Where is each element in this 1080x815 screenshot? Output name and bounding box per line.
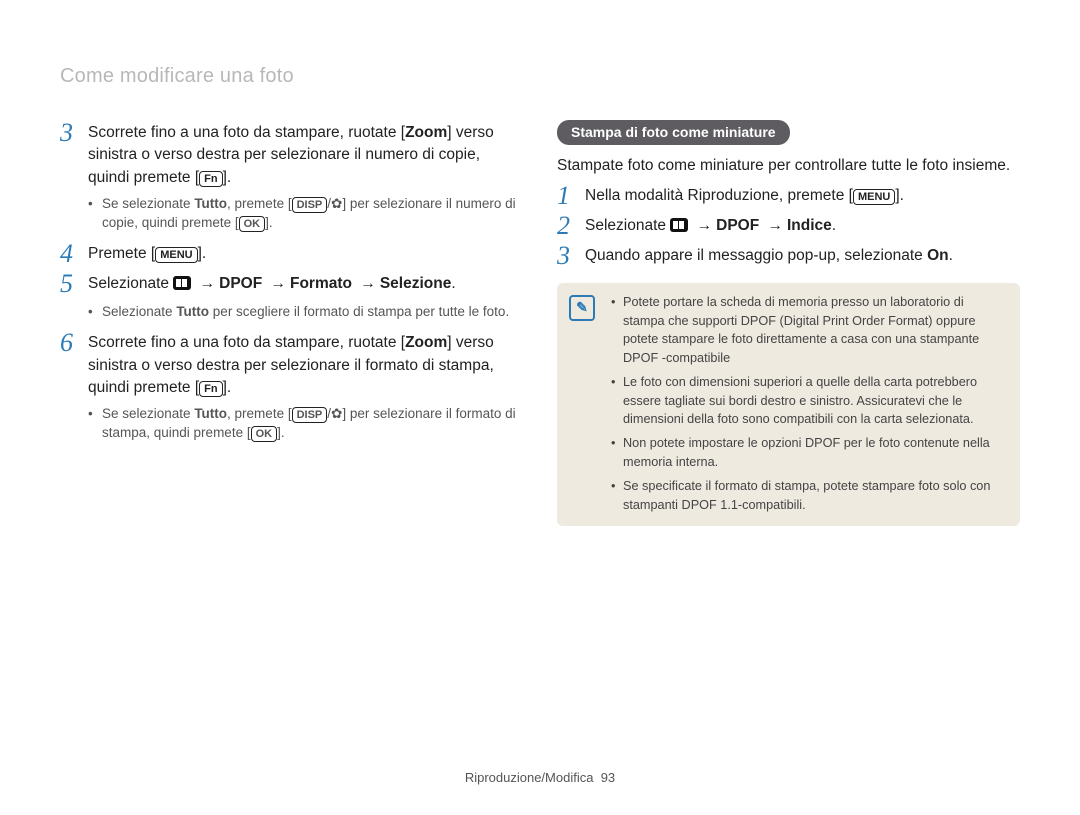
ok-button-icon: OK	[239, 216, 266, 232]
text: Selezionate	[88, 275, 173, 292]
arrow-icon: →	[764, 217, 788, 234]
step-body: Nella modalità Riproduzione, premete [ME…	[585, 185, 1020, 209]
columns: 3 Scorrete fino a una foto da stampare, …	[60, 120, 1020, 526]
step-body: Scorrete fino a una foto da stampare, ru…	[88, 122, 523, 189]
text: Se selezionate	[102, 196, 194, 211]
path-segment: DPOF	[716, 217, 759, 234]
text: Selezionate	[102, 304, 176, 319]
note-list: Potete portare la scheda di memoria pres…	[567, 293, 1008, 513]
note-item: Le foto con dimensioni superiori a quell…	[611, 373, 1002, 428]
step-5: 5 Selezionate →DPOF →Formato →Selezione.	[60, 273, 523, 297]
text: Scorrete fino a una foto da stampare, ru…	[88, 124, 405, 141]
step-number: 2	[557, 213, 581, 239]
dot: .	[451, 275, 455, 292]
step-3: 3 Scorrete fino a una foto da stampare, …	[60, 122, 523, 189]
footer: Riproduzione/Modifica 93	[0, 770, 1080, 785]
footer-section: Riproduzione/Modifica	[465, 770, 594, 785]
settings-icon	[173, 276, 191, 290]
page-number: 93	[601, 770, 615, 785]
step-body: Selezionate →DPOF →Indice.	[585, 215, 1020, 239]
flower-icon: ✿	[331, 196, 342, 211]
intro-text: Stampate foto come miniature per control…	[557, 155, 1020, 177]
right-column: Stampa di foto come miniature Stampate f…	[557, 120, 1020, 526]
path-segment: Formato	[290, 275, 352, 292]
disp-button-icon: DISP	[292, 197, 328, 213]
step-3-sublist: Se selezionate Tutto, premete [DISP/✿] p…	[88, 195, 523, 233]
text: Quando appare il messaggio pop-up, selez…	[585, 247, 927, 264]
step-6: 6 Scorrete fino a una foto da stampare, …	[60, 332, 523, 399]
zoom-label: Zoom	[405, 334, 447, 351]
text-bold: Tutto	[194, 406, 227, 421]
arrow-icon: →	[693, 217, 717, 234]
disp-button-icon: DISP	[292, 407, 328, 423]
arrow-icon: →	[196, 275, 220, 292]
step-3r: 3 Quando appare il messaggio pop-up, sel…	[557, 245, 1020, 269]
text: Selezionate	[585, 217, 670, 234]
arrow-icon: →	[356, 275, 380, 292]
step-number: 5	[60, 271, 84, 297]
settings-icon	[670, 218, 688, 232]
path-segment: DPOF	[219, 275, 262, 292]
text: Premete [	[88, 245, 155, 262]
text: , premete [	[227, 406, 292, 421]
text: Se selezionate	[102, 406, 194, 421]
note-icon: ✎	[569, 295, 595, 321]
step-number: 4	[60, 241, 84, 267]
ok-button-icon: OK	[251, 426, 278, 442]
text: Nella modalità Riproduzione, premete [	[585, 187, 853, 204]
step-number: 3	[557, 243, 581, 269]
menu-button-icon: MENU	[155, 247, 197, 263]
page-title: Come modificare una foto	[60, 65, 1020, 88]
text-bold: Tutto	[194, 196, 227, 211]
zoom-label: Zoom	[405, 124, 447, 141]
step-6-sublist: Se selezionate Tutto, premete [DISP/✿] p…	[88, 405, 523, 443]
fn-button-icon: Fn	[199, 171, 222, 187]
text: ].	[265, 215, 273, 230]
text: ].	[223, 169, 232, 186]
text: per scegliere il formato di stampa per t…	[209, 304, 509, 319]
dot: .	[832, 217, 836, 234]
text: ].	[198, 245, 207, 262]
note-box: ✎ Potete portare la scheda di memoria pr…	[557, 283, 1020, 525]
step-body: Selezionate →DPOF →Formato →Selezione.	[88, 273, 523, 297]
section-pill: Stampa di foto come miniature	[557, 120, 790, 145]
step-body: Scorrete fino a una foto da stampare, ru…	[88, 332, 523, 399]
step-4: 4 Premete [MENU].	[60, 243, 523, 267]
sublist-item: Se selezionate Tutto, premete [DISP/✿] p…	[88, 195, 523, 233]
arrow-icon: →	[267, 275, 291, 292]
step-1: 1 Nella modalità Riproduzione, premete […	[557, 185, 1020, 209]
flower-icon: ✿	[331, 406, 342, 421]
text: Scorrete fino a una foto da stampare, ru…	[88, 334, 405, 351]
text-bold: Tutto	[176, 304, 209, 319]
step-2: 2 Selezionate →DPOF →Indice.	[557, 215, 1020, 239]
note-item: Se specificate il formato di stampa, pot…	[611, 477, 1002, 514]
left-column: 3 Scorrete fino a una foto da stampare, …	[60, 120, 523, 526]
text: ].	[277, 425, 285, 440]
step-5-sublist: Selezionate Tutto per scegliere il forma…	[88, 303, 523, 322]
dot: .	[949, 247, 953, 264]
menu-button-icon: MENU	[853, 189, 895, 205]
text: , premete [	[227, 196, 292, 211]
step-body: Quando appare il messaggio pop-up, selez…	[585, 245, 1020, 269]
text-bold: On	[927, 247, 949, 264]
text: ].	[223, 379, 232, 396]
step-number: 6	[60, 330, 84, 399]
note-item: Non potete impostare le opzioni DPOF per…	[611, 434, 1002, 471]
step-body: Premete [MENU].	[88, 243, 523, 267]
step-number: 1	[557, 183, 581, 209]
sublist-item: Selezionate Tutto per scegliere il forma…	[88, 303, 523, 322]
note-item: Potete portare la scheda di memoria pres…	[611, 293, 1002, 367]
text: ].	[895, 187, 904, 204]
fn-button-icon: Fn	[199, 381, 222, 397]
sublist-item: Se selezionate Tutto, premete [DISP/✿] p…	[88, 405, 523, 443]
path-segment: Selezione	[380, 275, 452, 292]
path-segment: Indice	[787, 217, 832, 234]
step-number: 3	[60, 120, 84, 189]
